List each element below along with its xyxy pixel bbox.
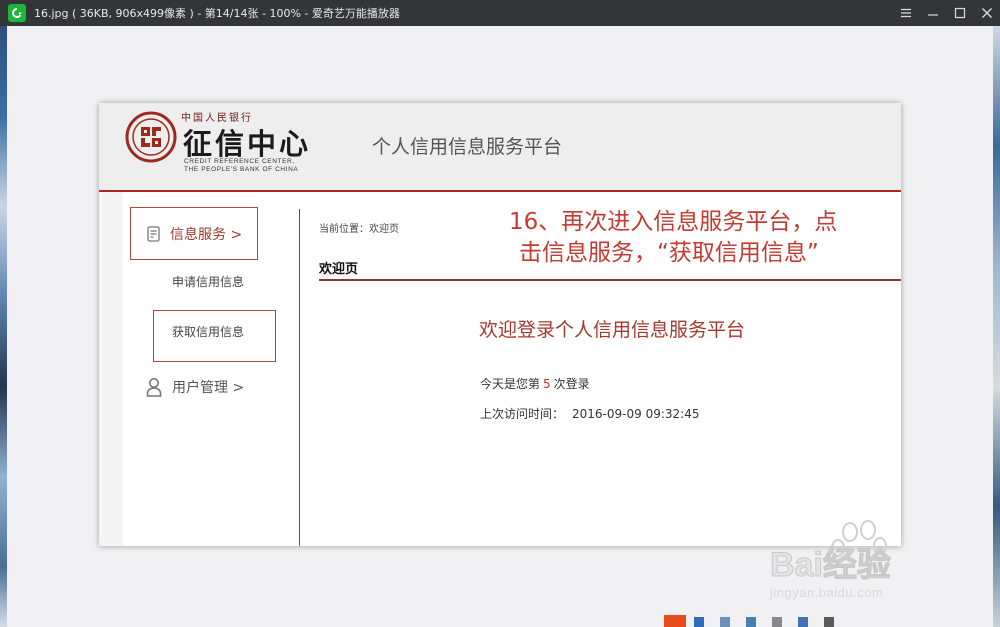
- iqiyi-player-icon: [8, 4, 26, 22]
- logo-english-line2: THE PEOPLE'S BANK OF CHINA: [184, 166, 299, 173]
- menu-info-service-label: 信息服务 >: [170, 226, 243, 243]
- close-icon[interactable]: [973, 0, 1000, 26]
- welcome-heading: 欢迎登录个人信用信息服务平台: [479, 319, 746, 341]
- menu-user-management-label: 用户管理 >: [172, 380, 245, 396]
- credit-center-seal-icon: [125, 111, 177, 163]
- menu-info-service[interactable]: 信息服务 >: [130, 207, 258, 260]
- watermark-url: jingyan.baidu.com: [770, 585, 884, 600]
- last-visit-line: 上次访问时间： 2016-09-09 09:32:45: [480, 405, 699, 422]
- tutorial-annotation: 16、再次进入信息服务平台，点 击信息服务，“获取信用信息”: [509, 207, 837, 269]
- last-visit-label: 上次访问时间：: [480, 407, 565, 421]
- document-icon: [147, 225, 160, 242]
- login-suffix: 次登录: [553, 377, 590, 391]
- user-icon: [146, 378, 162, 397]
- login-count-line: 今天是您第 5 次登录: [480, 375, 590, 392]
- menu-get-credit[interactable]: 获取信用信息: [153, 310, 276, 362]
- menu-icon[interactable]: [892, 0, 919, 26]
- logo-english-line1: CREDIT REFERENCE CENTER,: [184, 158, 295, 165]
- section-rule: [319, 279, 901, 281]
- sidebar-margin: [99, 192, 123, 546]
- desktop-edge-right: [993, 26, 1000, 627]
- maximize-icon[interactable]: [946, 0, 973, 26]
- header-red-rule: [99, 190, 901, 192]
- menu-user-management[interactable]: 用户管理 >: [146, 377, 244, 397]
- login-count: 5: [543, 377, 551, 391]
- desktop-edge-left: [0, 26, 7, 627]
- displayed-screenshot: 中国人民银行 征信中心 CREDIT REFERENCE CENTER, THE…: [99, 103, 901, 546]
- breadcrumb: 当前位置：欢迎页: [319, 224, 399, 235]
- minimize-icon[interactable]: [919, 0, 946, 26]
- logo-main-text: 征信中心: [183, 127, 312, 161]
- window-titlebar: 16.jpg ( 36KB, 906x499像素 ) - 第14/14张 - 1…: [0, 0, 1000, 26]
- section-title: 欢迎页: [319, 262, 359, 277]
- window-controls: [892, 0, 1000, 26]
- watermark-brand: Bai经验: [770, 546, 892, 585]
- sidebar-divider: [299, 209, 300, 546]
- annotation-line2: 击信息服务，“获取信用信息”: [519, 240, 819, 266]
- taskbar-tray-icons: [664, 615, 834, 627]
- platform-title: 个人信用信息服务平台: [372, 136, 563, 158]
- annotation-line1: 16、再次进入信息服务平台，点: [509, 209, 838, 235]
- menu-apply-credit[interactable]: 申请信用信息: [172, 273, 244, 290]
- window-title: 16.jpg ( 36KB, 906x499像素 ) - 第14/14张 - 1…: [34, 7, 400, 20]
- last-visit-value: 2016-09-09 09:32:45: [572, 407, 700, 421]
- login-prefix: 今天是您第: [480, 377, 541, 391]
